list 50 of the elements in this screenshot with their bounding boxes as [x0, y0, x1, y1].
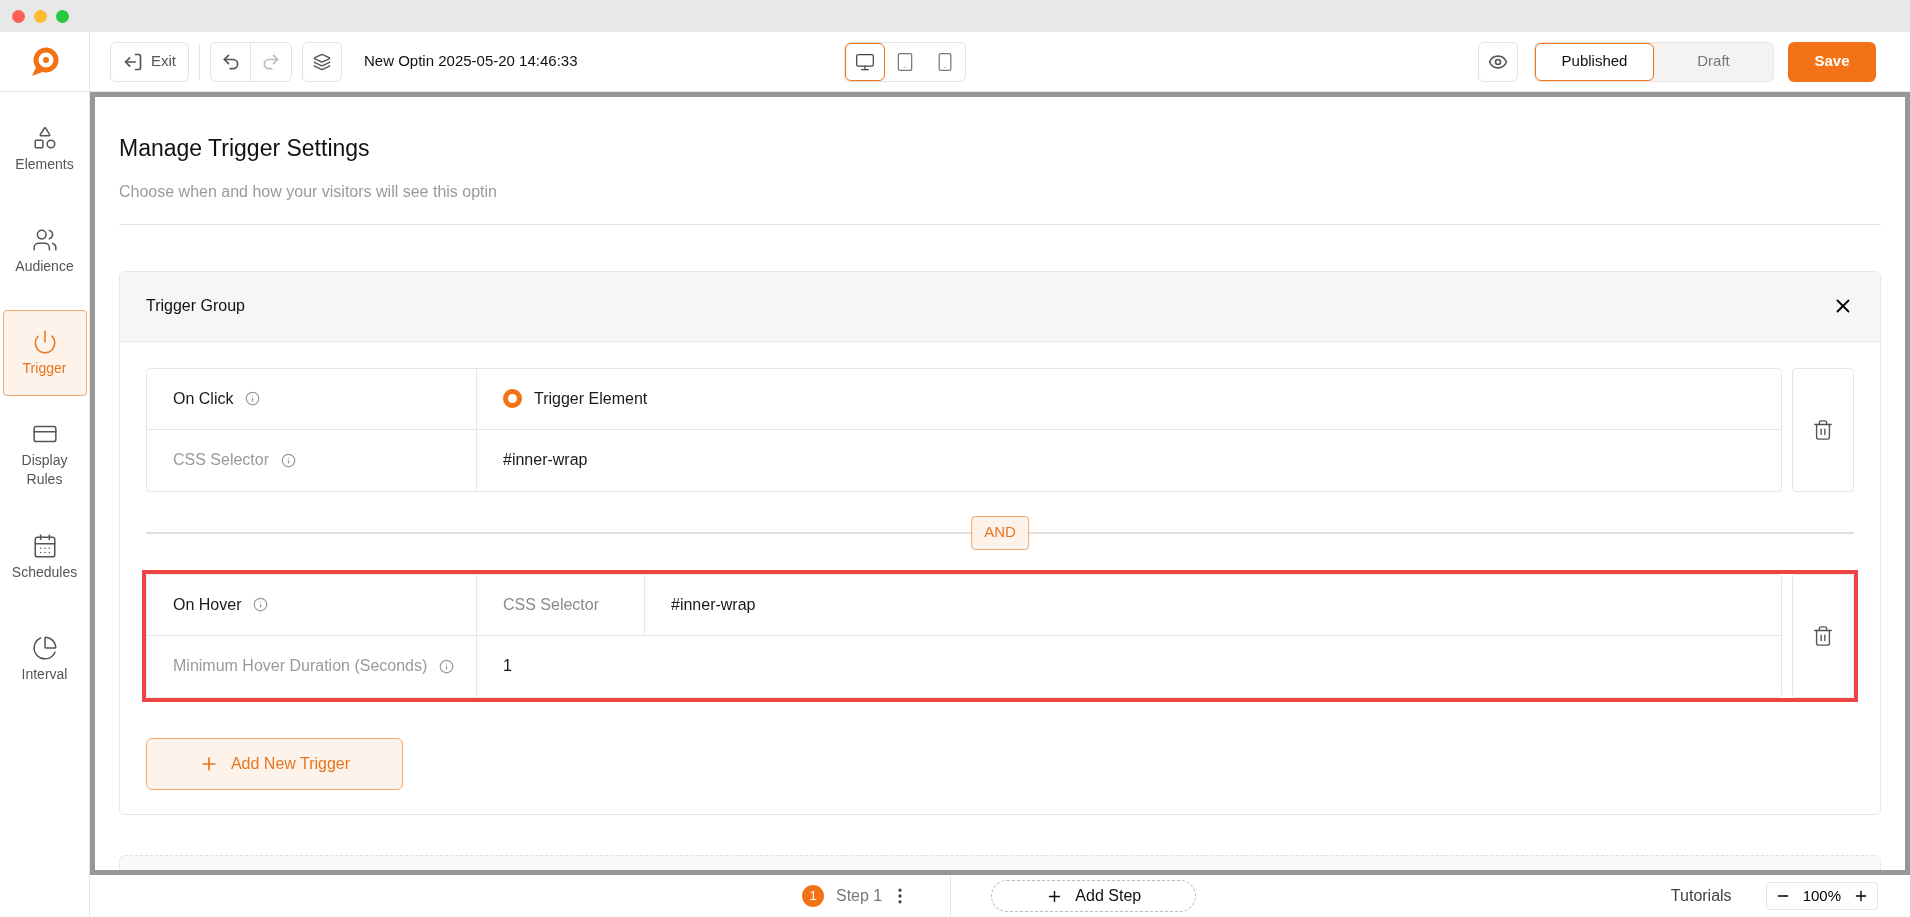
status-tab[interactable]: Draft [1654, 42, 1773, 81]
trigger-label: CSS Selector [173, 450, 270, 470]
sidebar-item[interactable]: Audience [2, 208, 87, 294]
redo-icon [261, 51, 281, 72]
radio-button[interactable] [503, 389, 522, 408]
sidebar-item[interactable]: Display Rules [2, 412, 87, 498]
exit-icon [123, 51, 143, 72]
info-icon[interactable] [245, 391, 261, 406]
value-field[interactable]: #inner-wrap [645, 574, 1781, 635]
step-label[interactable]: Step 1 [836, 884, 883, 908]
trigger-label: Minimum Hover Duration (Seconds) [173, 656, 428, 676]
step-number: 1 [802, 885, 824, 907]
optin-title: New Optin 2025-05-20 14:46:33 [364, 51, 579, 72]
delete-button[interactable] [1792, 367, 1854, 492]
tablet-icon [895, 51, 915, 72]
exit-button[interactable]: Exit [110, 41, 189, 82]
radio-label: Trigger Element [534, 388, 648, 409]
tutorials-link[interactable]: Tutorials [1670, 884, 1732, 908]
value-field[interactable]: 1 [477, 635, 1781, 697]
shapes-icon [31, 124, 58, 151]
page-subtitle: Choose when and how your visitors will see this optin [119, 181, 498, 202]
preview-button[interactable] [1478, 41, 1518, 82]
sidebar-item[interactable]: Schedules [2, 514, 87, 600]
status-tab[interactable]: Published [1535, 42, 1654, 81]
desktop-icon [855, 51, 875, 72]
device-button[interactable] [845, 42, 885, 81]
calendar-icon [31, 532, 58, 559]
zoom-in-icon[interactable] [1853, 888, 1869, 904]
layers-icon [313, 52, 331, 71]
close-window-button[interactable] [12, 9, 25, 23]
info-icon[interactable] [253, 597, 269, 612]
field-label: CSS Selector [503, 594, 600, 615]
info-icon[interactable] [439, 658, 455, 674]
info-icon[interactable] [281, 452, 297, 468]
undo-icon [220, 51, 241, 72]
trash-icon [1812, 418, 1834, 441]
value-field[interactable]: #inner-wrap [477, 429, 1781, 491]
and-connector: AND [971, 515, 1029, 550]
trash-icon [1812, 624, 1834, 647]
trigger-label: On Click [173, 388, 234, 409]
delete-button[interactable] [1792, 573, 1854, 698]
page-title: Manage Trigger Settings [119, 134, 371, 163]
sidebar-item[interactable]: Interval [2, 616, 87, 702]
zoom-level: 100% [1802, 885, 1841, 906]
group-title: Trigger Group [146, 296, 245, 316]
trigger-label: On Hover [173, 594, 242, 615]
pie-icon [31, 634, 58, 661]
layers-button[interactable] [302, 41, 342, 82]
maximize-window-button[interactable] [56, 9, 69, 23]
sidebar-item[interactable]: Elements [2, 106, 87, 192]
